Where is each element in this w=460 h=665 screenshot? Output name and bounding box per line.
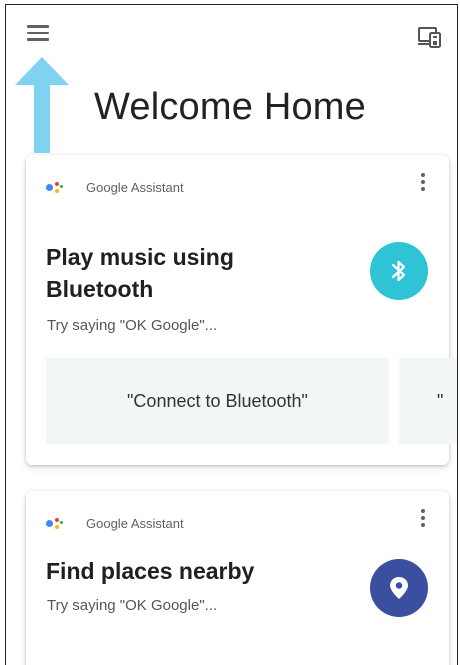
suggestion-chip[interactable]: "Connect to Bluetooth" [46, 358, 389, 444]
more-options-icon[interactable] [419, 509, 427, 531]
google-assistant-icon [46, 515, 66, 531]
card-source-label: Google Assistant [86, 179, 184, 195]
card-title: Find places nearby [46, 558, 255, 584]
card-title: Play music using Bluetooth [46, 244, 234, 302]
more-options-icon[interactable] [419, 173, 427, 195]
card-source-label: Google Assistant [86, 515, 184, 531]
card-header: Google Assistant [46, 515, 184, 531]
top-app-bar [6, 5, 457, 65]
app-screen: Welcome Home Google Assistant Play music… [5, 4, 458, 665]
suggestion-chip[interactable]: " [399, 358, 457, 444]
hamburger-menu-icon[interactable] [27, 25, 49, 45]
card-hint: Try saying "OK Google"... [47, 597, 218, 614]
card-header: Google Assistant [46, 179, 184, 195]
google-assistant-icon [46, 179, 66, 195]
card-hint: Try saying "OK Google"... [47, 317, 218, 334]
location-pin-icon [370, 559, 428, 617]
bluetooth-icon [370, 242, 428, 300]
devices-icon[interactable] [417, 25, 443, 49]
assistant-card-places[interactable]: Google Assistant Find places nearby Try … [26, 491, 449, 665]
page-title: Welcome Home [94, 86, 366, 128]
assistant-card-bluetooth[interactable]: Google Assistant Play music using Blueto… [26, 155, 457, 465]
